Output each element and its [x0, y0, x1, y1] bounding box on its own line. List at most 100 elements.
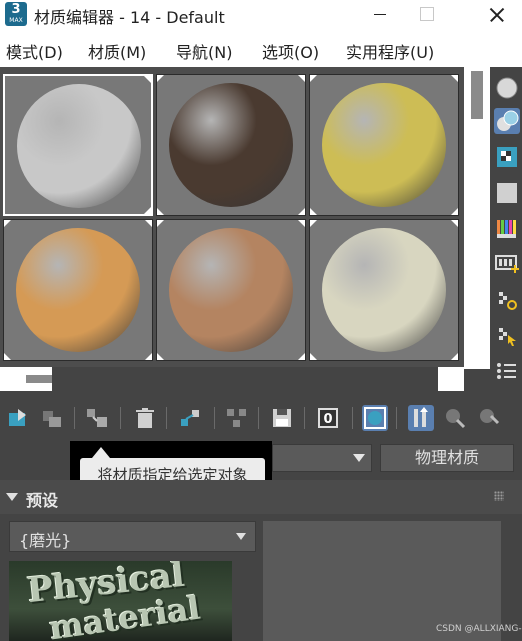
- chevron-down-icon: [236, 533, 246, 540]
- backlight-icon[interactable]: [494, 108, 520, 134]
- toolbar-separator: [352, 407, 353, 429]
- physical-material-preview: Physical material: [9, 561, 232, 641]
- rollout-title: 预设: [26, 491, 59, 510]
- material-sphere: [17, 84, 141, 208]
- material-sphere: [16, 228, 140, 352]
- toolbar-separator: [258, 407, 259, 429]
- show-end-result-icon[interactable]: [408, 405, 434, 431]
- preset-rollout-header[interactable]: 预设: [0, 480, 522, 514]
- scroll-end-block: [438, 367, 464, 391]
- make-unique-icon[interactable]: [178, 405, 204, 431]
- slot-corner-marker: [4, 220, 11, 227]
- slot-corner-marker: [451, 208, 458, 215]
- toolbar-separator: [120, 407, 121, 429]
- tooltip-pointer: [92, 447, 110, 458]
- material-sphere: [322, 228, 446, 352]
- material-name-dropdown[interactable]: [272, 444, 372, 472]
- go-forward-sibling-icon[interactable]: [476, 405, 502, 431]
- slot-corner-marker: [451, 220, 458, 227]
- scrollbar-thumb-horizontal[interactable]: [26, 375, 52, 383]
- save-library-icon[interactable]: [270, 405, 296, 431]
- sample-slot[interactable]: [309, 74, 459, 216]
- menu-navigation[interactable]: 导航(N): [176, 39, 232, 63]
- menu-mode[interactable]: 模式(D): [6, 39, 63, 63]
- slot-corner-marker: [157, 220, 164, 227]
- vertical-scrollbar[interactable]: [464, 67, 490, 387]
- material-sphere: [169, 83, 293, 207]
- bottom-toolbar: 0: [0, 391, 522, 441]
- menu-material[interactable]: 材质(M): [88, 39, 146, 63]
- 3dsmax-logo-icon: 3 MAX: [5, 2, 27, 26]
- slot-corner-marker: [310, 353, 317, 360]
- sample-slot[interactable]: [3, 74, 153, 216]
- material-type-button[interactable]: 物理材质: [380, 444, 514, 472]
- options-gear-icon[interactable]: [494, 287, 520, 313]
- title-bar: 3 MAX 材质编辑器 - 14 - Default: [0, 0, 522, 30]
- slot-corner-marker: [298, 220, 305, 227]
- slot-corner-marker: [310, 75, 317, 82]
- material-id-button[interactable]: 0: [316, 405, 342, 431]
- slot-corner-marker: [298, 208, 305, 215]
- toolbar-separator: [74, 407, 75, 429]
- app-icon-number: 3: [11, 2, 21, 17]
- slot-corner-marker: [4, 353, 11, 360]
- minimize-button[interactable]: [360, 0, 400, 30]
- toolbar-separator: [304, 407, 305, 429]
- menu-options[interactable]: 选项(O): [262, 39, 319, 63]
- slot-corner-marker: [157, 208, 164, 215]
- toolbar-separator: [214, 407, 215, 429]
- slot-corner-marker: [157, 353, 164, 360]
- toolbar-separator: [166, 407, 167, 429]
- horizontal-scrollbar[interactable]: [0, 367, 464, 391]
- slot-corner-marker: [157, 75, 164, 82]
- put-material-to-scene-icon[interactable]: [40, 405, 66, 431]
- sample-slot[interactable]: [156, 74, 306, 216]
- video-color-check-icon[interactable]: [494, 215, 520, 241]
- slot-corner-marker: [145, 353, 152, 360]
- slot-corner-marker: [451, 353, 458, 360]
- preset-select[interactable]: {磨光}: [9, 521, 256, 552]
- sample-slot[interactable]: [3, 219, 153, 361]
- rollout-expand-icon: [6, 493, 18, 501]
- slot-corner-marker: [451, 75, 458, 82]
- sample-type-sphere-icon[interactable]: [494, 75, 520, 101]
- scroll-corner-light: [464, 343, 490, 369]
- slot-corner-marker: [145, 220, 152, 227]
- sample-uv-tiling-icon[interactable]: [494, 180, 520, 206]
- trash-icon[interactable]: [132, 405, 158, 431]
- watermark: CSDN @ALLXIANG-: [436, 624, 522, 634]
- material-sphere: [169, 228, 293, 352]
- slot-corner-marker: [298, 353, 305, 360]
- background-checker-icon[interactable]: [494, 144, 520, 170]
- select-by-material-icon[interactable]: [494, 323, 520, 349]
- scrollbar-thumb[interactable]: [471, 71, 483, 119]
- preset-value: {磨光}: [19, 531, 72, 550]
- slot-corner-marker: [298, 75, 305, 82]
- menu-utilities[interactable]: 实用程序(U): [346, 39, 434, 63]
- sample-slot[interactable]: [156, 219, 306, 361]
- preset-list-panel[interactable]: [263, 521, 501, 641]
- maximize-button[interactable]: [406, 0, 446, 30]
- app-icon-text: MAX: [9, 17, 23, 24]
- material-sphere: [322, 83, 446, 207]
- get-material-icon[interactable]: [6, 405, 32, 431]
- close-button[interactable]: [476, 0, 516, 30]
- material-explorer-icon[interactable]: [494, 358, 520, 384]
- assign-material-to-selection-icon[interactable]: [84, 405, 110, 431]
- chevron-down-icon: [353, 454, 365, 462]
- go-to-parent-icon[interactable]: [442, 405, 468, 431]
- slot-corner-marker: [310, 220, 317, 227]
- rollout-grip-icon[interactable]: [494, 491, 504, 501]
- make-preview-icon[interactable]: [494, 251, 520, 277]
- side-toolbar: [490, 67, 522, 391]
- sample-slot[interactable]: [309, 219, 459, 361]
- material-id-value: 0: [323, 412, 332, 427]
- toolbar-separator: [396, 407, 397, 429]
- material-id-channel-icon[interactable]: [224, 405, 250, 431]
- slot-corner-marker: [144, 76, 151, 83]
- slot-corner-marker: [310, 208, 317, 215]
- menu-bar: 模式(D) 材质(M) 导航(N) 选项(O) 实用程序(U): [0, 30, 522, 67]
- show-shaded-material-icon[interactable]: [362, 405, 388, 431]
- slot-corner-marker: [144, 207, 151, 214]
- window-title: 材质编辑器 - 14 - Default: [34, 8, 225, 27]
